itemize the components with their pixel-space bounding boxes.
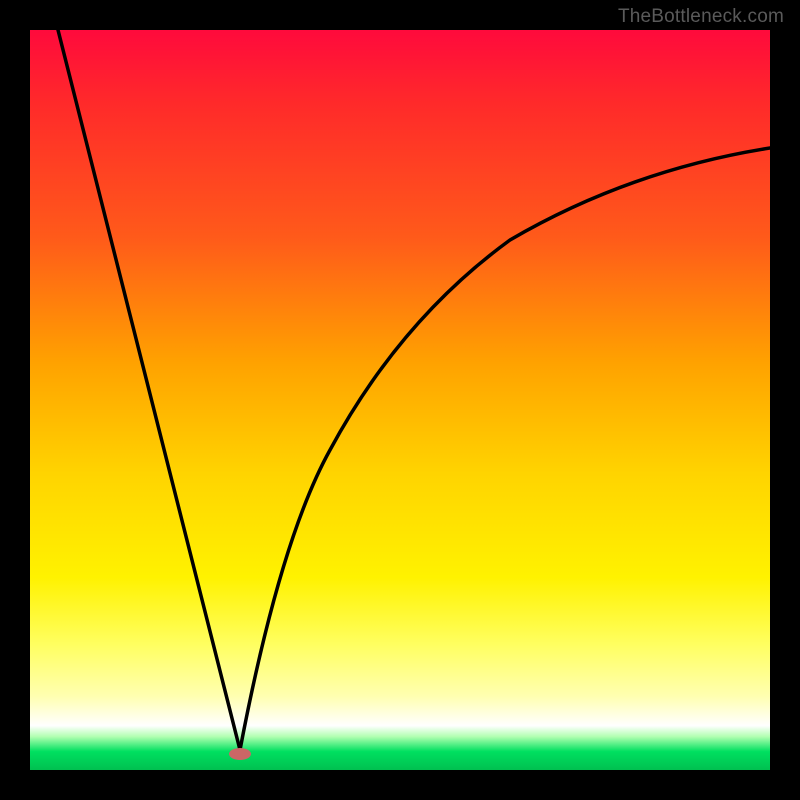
chart-container: TheBottleneck.com [0, 0, 800, 800]
curve-layer [30, 30, 770, 770]
cusp-marker [229, 748, 251, 760]
plot-area [30, 30, 770, 770]
curve-right-branch [240, 148, 770, 750]
watermark-text: TheBottleneck.com [618, 6, 784, 28]
curve-left-branch [58, 30, 240, 750]
